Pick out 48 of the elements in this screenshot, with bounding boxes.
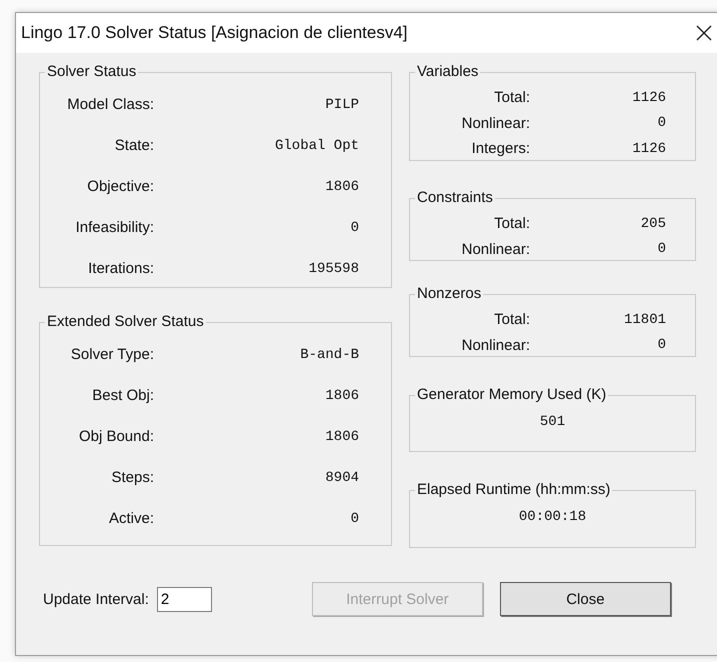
field-value: 8904 (325, 470, 359, 486)
field-value: 1806 (325, 388, 359, 404)
group-title: Extended Solver Status (46, 313, 205, 331)
field-label: Best Obj: (91, 387, 154, 404)
field-value: Global Opt (274, 138, 359, 154)
field-label: Obj Bound: (78, 428, 154, 445)
field-value: 1806 (325, 428, 359, 444)
field-label: Model Class: (66, 96, 154, 113)
field-value: 11801 (624, 312, 666, 328)
field-label: Total: (493, 89, 530, 106)
group-title: Solver Status (46, 63, 138, 81)
close-icon[interactable] (696, 25, 712, 41)
field-value: 205 (640, 216, 666, 232)
field-value: B-and-B (300, 346, 359, 362)
field-label: Solver Type: (70, 346, 154, 363)
field-label: Infeasibility: (74, 219, 154, 236)
group-title: Constraints (416, 189, 494, 207)
field-value: 0 (658, 115, 666, 132)
close-button[interactable]: Close (500, 582, 671, 616)
field-label: Nonlinear: (460, 114, 530, 132)
group-title: Generator Memory Used (K) (416, 386, 608, 404)
window-title: Lingo 17.0 Solver Status [Asignacion de clientesv4] (21, 23, 408, 43)
field-label: Nonlinear: (460, 240, 530, 258)
group-title: Variables (416, 63, 480, 81)
field-value: 0 (350, 220, 359, 236)
field-value: 0 (350, 510, 359, 526)
field-value: 1126 (632, 90, 666, 106)
field-label: Total: (493, 311, 530, 328)
field-value: 501 (540, 414, 566, 430)
field-label: Integers: (470, 140, 530, 158)
field-label: Total: (493, 215, 530, 232)
field-label: Iterations: (87, 260, 154, 277)
group-title: Nonzeros (416, 285, 482, 303)
field-value: 0 (658, 337, 666, 354)
field-label: Steps: (110, 469, 154, 486)
field-value: 1126 (632, 140, 666, 157)
field-value: 0 (658, 241, 666, 258)
field-label: Update Interval: (43, 590, 149, 608)
field-value: PILP (325, 96, 359, 112)
group-title: Elapsed Runtime (hh:mm:ss) (416, 481, 612, 499)
field-label: Active: (108, 510, 154, 527)
field-value: 1806 (325, 178, 359, 194)
field-value: 195598 (308, 260, 359, 276)
field-label: Objective: (86, 178, 154, 195)
input-field[interactable]: 2 (156, 586, 212, 612)
field-label: Nonlinear: (460, 336, 530, 354)
field-label: State: (114, 137, 154, 154)
field-value: 00:00:18 (518, 509, 586, 525)
